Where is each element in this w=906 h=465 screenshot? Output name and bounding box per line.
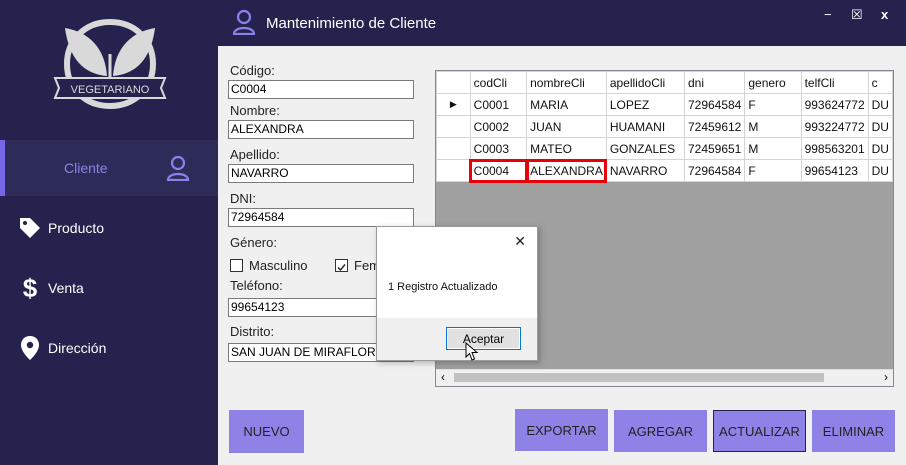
dialog-close-icon[interactable]: ✕ [514,233,526,250]
table-cell[interactable]: C0004 [469,158,528,183]
active-indicator [0,140,5,196]
vegetariano-logo: VEGETARIANO [53,18,167,110]
checkmark-icon [337,264,346,272]
femenino-checkbox[interactable] [335,259,348,272]
table-row[interactable]: C0003 MATEO GONZALES 72459651 M 99856320… [436,137,893,160]
column-header[interactable]: apellidoCli [605,71,685,94]
mouse-cursor-icon [465,342,479,361]
table-cell[interactable]: MATEO [526,137,607,160]
agregar-button[interactable]: AGREGAR [614,410,707,452]
table-cell[interactable]: 72964584 [683,93,746,116]
table-cell[interactable]: C0001 [469,93,528,116]
title-bar: Mantenimiento de Cliente − ☒ x [218,0,906,46]
row-selector[interactable]: ▶ [436,93,471,116]
table-cell[interactable]: HUAMANI [605,115,685,138]
table-cell[interactable]: GONZALES [605,137,685,160]
column-header[interactable]: genero [744,71,802,94]
column-header[interactable]: nombreCli [526,71,607,94]
table-cell[interactable]: ALEXANDRA [525,158,608,183]
dni-field[interactable]: 72964584 [228,208,414,227]
table-cell[interactable]: 72459651 [683,137,746,160]
table-cell[interactable]: LOPEZ [605,93,685,116]
table-cell[interactable]: JUAN [526,115,607,138]
table-cell[interactable]: NAVARRO [605,159,685,182]
minimize-button[interactable]: − [824,7,832,22]
sidebar-item-label: Venta [48,280,84,296]
close-button[interactable]: x [881,7,888,22]
table-cell[interactable]: M [744,115,802,138]
table-cell[interactable]: 99654123 [800,159,869,182]
column-header[interactable]: telfCli [800,71,869,94]
user-icon [232,9,256,40]
table-cell[interactable]: 993224772 [800,115,869,138]
table-cell[interactable]: DU [867,137,893,160]
table-cell[interactable]: DU [867,115,893,138]
table-cell[interactable]: C0003 [469,137,528,160]
row-header-corner [436,71,471,94]
telefono-label: Teléfono: [230,278,283,293]
exportar-button[interactable]: EXPORTAR [515,409,608,451]
dialog-message: 1 Registro Actualizado [388,281,498,293]
row-selector[interactable] [436,159,471,182]
user-icon [166,155,190,181]
table-cell[interactable]: DU [867,159,893,182]
sidebar-item-venta[interactable]: $ Venta [0,260,218,316]
distrito-label: Distrito: [230,324,275,339]
svg-text:VEGETARIANO: VEGETARIANO [71,84,150,96]
table-cell[interactable]: F [744,93,802,116]
nuevo-button[interactable]: NUEVO [229,410,304,453]
table-cell[interactable]: C0002 [469,115,528,138]
column-header[interactable]: c [867,71,893,94]
dni-label: DNI: [230,191,256,206]
masculino-checkbox[interactable] [230,259,243,272]
window-title: Mantenimiento de Cliente [266,15,437,32]
table-cell[interactable]: 993624772 [800,93,869,116]
scroll-left-icon[interactable]: ‹ [441,370,445,384]
sidebar-item-producto[interactable]: Producto [0,200,218,256]
table-row[interactable]: C0004 ALEXANDRA NAVARRO 72964584 F 99654… [436,158,893,183]
codigo-field[interactable]: C0004 [228,80,414,99]
dollar-icon: $ [22,272,38,303]
location-pin-icon [18,335,42,361]
column-header[interactable]: dni [683,71,746,94]
table-cell[interactable]: 72964584 [683,159,746,182]
nombre-label: Nombre: [230,103,280,118]
message-dialog: ✕ 1 Registro Actualizado Aceptar [376,226,538,361]
eliminar-button[interactable]: ELIMINAR [812,410,895,452]
sidebar-item-cliente[interactable]: Cliente [0,140,218,196]
sidebar: VEGETARIANO Cliente Producto $ Venta Dir… [0,0,218,465]
scrollbar-thumb[interactable] [454,373,824,382]
sidebar-item-label: Dirección [48,340,107,356]
apellido-field[interactable]: NAVARRO [228,164,414,183]
table-row[interactable]: C0002 JUAN HUAMANI 72459612 M 993224772 … [436,115,893,138]
column-header[interactable]: codCli [469,71,528,94]
table-cell[interactable]: F [744,159,802,182]
table-cell[interactable]: M [744,137,802,160]
nombre-field[interactable]: ALEXANDRA [228,120,414,139]
tag-icon [18,215,42,241]
table-cell[interactable]: 72459612 [683,115,746,138]
codigo-label: Código: [230,63,275,78]
sidebar-item-label: Producto [48,220,105,236]
row-selector[interactable] [436,137,471,160]
table-cell[interactable]: MARIA [526,93,607,116]
row-selector[interactable] [436,115,471,138]
sidebar-item-direccion[interactable]: Dirección [0,320,218,376]
dialog-footer: Aceptar [377,318,537,360]
clientes-table: codCli nombreCli apellidoCli dni genero … [436,71,893,183]
table-cell[interactable]: DU [867,93,893,116]
table-header-row: codCli nombreCli apellidoCli dni genero … [436,71,893,94]
aceptar-button[interactable]: Aceptar [446,327,521,350]
maximize-button[interactable]: ☒ [851,7,863,23]
actualizar-button[interactable]: ACTUALIZAR [713,410,806,452]
table-row[interactable]: ▶ C0001 MARIA LOPEZ 72964584 F 993624772… [436,93,893,116]
table-cell[interactable]: 998563201 [800,137,869,160]
horizontal-scrollbar[interactable]: ‹ › [436,369,893,386]
genero-label: Género: [230,235,277,250]
masculino-label: Masculino [249,258,308,273]
scroll-right-icon[interactable]: › [884,370,888,384]
sidebar-item-label: Cliente [64,160,108,176]
apellido-label: Apellido: [230,147,280,162]
